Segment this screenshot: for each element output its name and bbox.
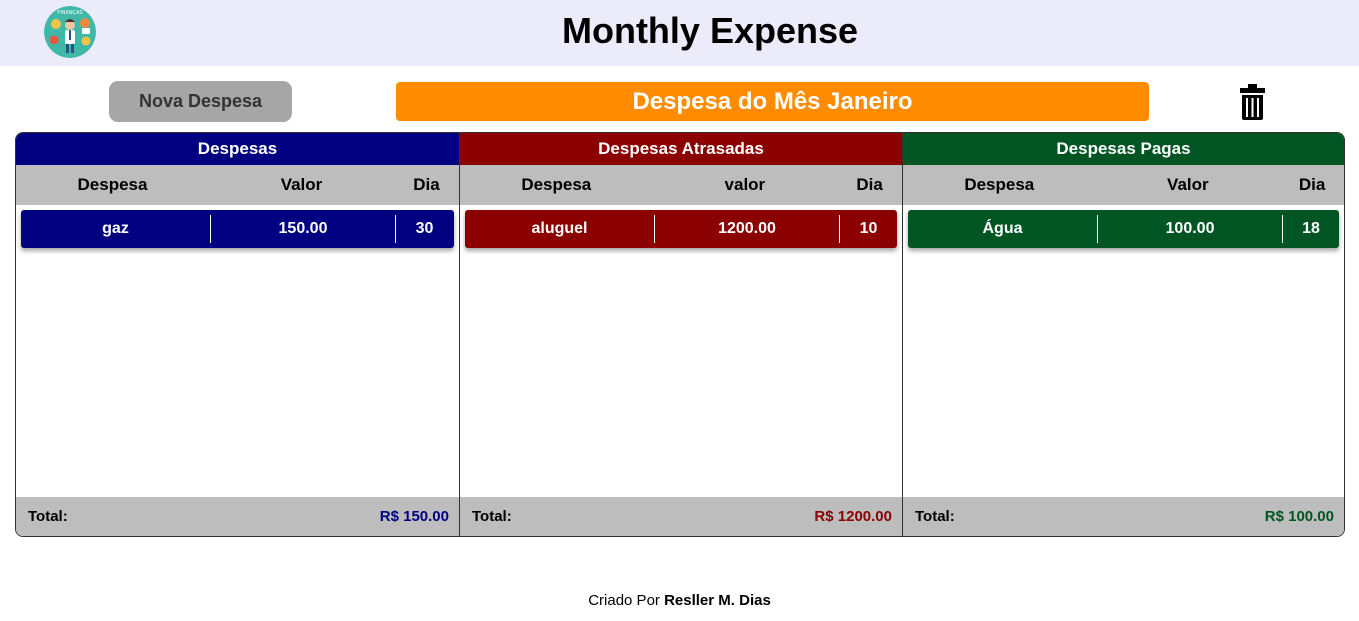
header-expense: Despesa xyxy=(964,175,1035,194)
column-headers: Despesa valor Dia xyxy=(460,165,902,205)
column-overdue-expenses: Despesas Atrasadas Despesa valor Dia alu… xyxy=(459,133,902,536)
expense-value: 1200.00 xyxy=(654,215,839,243)
page-footer: Criado Por Resller M. Dias xyxy=(0,592,1359,609)
expense-board: Despesas Despesa Valor Dia gaz 150.00 30… xyxy=(15,132,1345,537)
total-label: Total: xyxy=(915,508,955,525)
app-title: Monthly Expense xyxy=(561,10,859,51)
expense-day: 30 xyxy=(395,215,453,243)
column-paid-expenses: Despesas Pagas Despesa Valor Dia Água 10… xyxy=(902,133,1344,536)
expense-value: 150.00 xyxy=(210,215,395,243)
expense-value: 100.00 xyxy=(1097,215,1282,243)
column-title: Despesas Atrasadas xyxy=(460,133,902,165)
header-day: Dia xyxy=(856,175,883,194)
total-value: R$ 1200.00 xyxy=(814,508,892,525)
column-title: Despesas xyxy=(16,133,459,165)
app-header: FINANÇAS Monthly Expense xyxy=(0,0,1359,66)
header-expense: Despesa xyxy=(77,175,148,194)
total-value: R$ 150.00 xyxy=(379,508,449,525)
header-expense: Despesa xyxy=(521,175,592,194)
column-title: Despesas Pagas xyxy=(903,133,1344,165)
column-footer: Total: R$ 1200.00 xyxy=(460,497,902,536)
footer-prefix: Criado Por xyxy=(588,592,660,609)
column-expenses: Despesas Despesa Valor Dia gaz 150.00 30… xyxy=(16,133,459,536)
header-day: Dia xyxy=(1298,175,1326,194)
expense-name: aluguel xyxy=(531,220,588,237)
header-value: Valor xyxy=(1167,175,1209,194)
expense-day: 10 xyxy=(839,215,897,243)
column-headers: Despesa Valor Dia xyxy=(16,165,459,205)
month-banner: Despesa do Mês Janeiro xyxy=(396,82,1149,121)
total-label: Total: xyxy=(28,508,68,525)
column-footer: Total: R$ 150.00 xyxy=(16,497,459,536)
expense-day: 18 xyxy=(1282,215,1339,243)
column-headers: Despesa Valor Dia xyxy=(903,165,1344,205)
trash-icon[interactable] xyxy=(1240,84,1265,120)
header-value: valor xyxy=(724,175,766,194)
expense-row[interactable]: gaz 150.00 30 xyxy=(21,210,454,248)
expense-name: Água xyxy=(982,220,1023,237)
total-label: Total: xyxy=(472,508,512,525)
header-value: Valor xyxy=(280,175,323,194)
expense-row[interactable]: Água 100.00 18 xyxy=(908,210,1339,248)
column-footer: Total: R$ 100.00 xyxy=(903,497,1344,536)
footer-author: Resller M. Dias xyxy=(664,592,771,609)
new-expense-button[interactable]: Nova Despesa xyxy=(109,81,292,122)
total-value: R$ 100.00 xyxy=(1264,508,1334,525)
header-day: Dia xyxy=(413,175,440,194)
expense-name: gaz xyxy=(102,220,129,237)
expense-row[interactable]: aluguel 1200.00 10 xyxy=(465,210,897,248)
